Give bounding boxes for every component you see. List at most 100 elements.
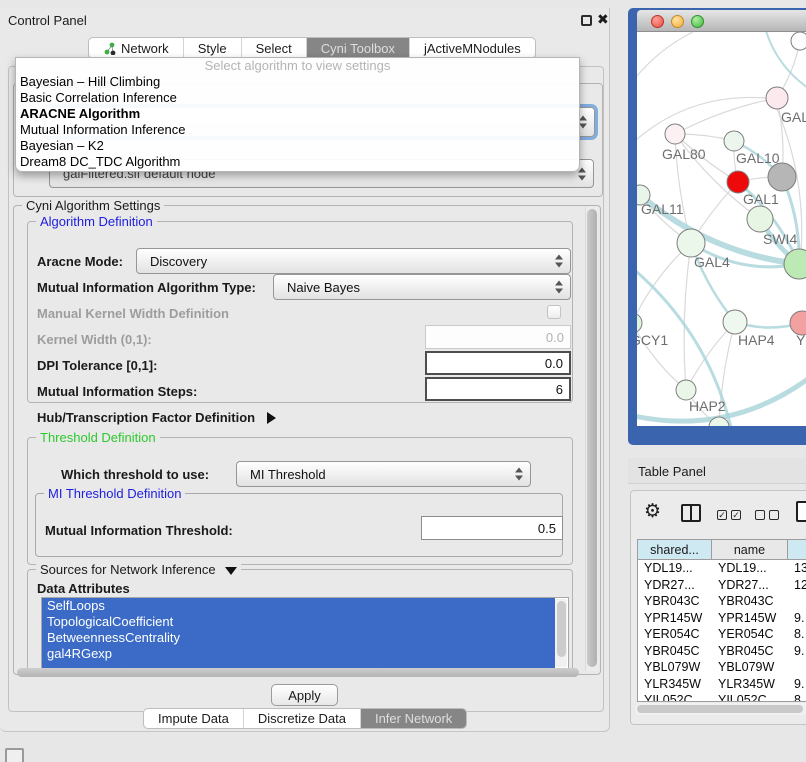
algorithm-option[interactable]: Mutual Information Inference — [16, 122, 579, 138]
network-node-gray[interactable] — [768, 163, 796, 191]
table-row[interactable]: YIL052CYIL052C8. — [638, 692, 806, 702]
network-node-swi4[interactable] — [747, 206, 773, 232]
network-window-titlebar[interactable] — [637, 10, 806, 32]
node-label-gal11: GAL11 — [641, 201, 684, 217]
unchecked-columns-icon[interactable] — [755, 510, 779, 520]
table-row[interactable]: YLR345WYLR345W9. — [638, 676, 806, 693]
table-row[interactable]: YER054CYER054C8. — [638, 626, 806, 643]
sources-group-title[interactable]: Sources for Network Inference — [36, 562, 241, 577]
mi-threshold-label: Mutual Information Threshold: — [45, 523, 233, 538]
collapsed-arrow-icon[interactable] — [267, 412, 276, 424]
table-cell: YER054C — [638, 626, 712, 643]
mi-algorithm-type-combobox[interactable]: Naive Bayes — [273, 274, 571, 300]
tab-style[interactable]: Style — [184, 38, 242, 58]
bottom-tab-infer-network[interactable]: Infer Network — [361, 709, 466, 728]
algorithm-option[interactable]: Basic Correlation Inference — [16, 90, 579, 106]
tab-label: jActiveMNodules — [424, 41, 521, 56]
data-attributes-list[interactable]: SelfLoopsTopologicalCoefficientBetweenne… — [41, 597, 569, 669]
settings-hscrollbar-thumb[interactable] — [17, 668, 579, 677]
minimize-window-icon[interactable] — [671, 15, 684, 28]
node-label-hap4: HAP4 — [738, 332, 775, 348]
attribute-item[interactable]: gal4RGexp — [42, 646, 555, 662]
attribute-item[interactable]: TopologicalCoefficient — [42, 614, 555, 630]
column-header-3[interactable]: A — [788, 540, 806, 560]
network-node-gcy1[interactable] — [637, 313, 642, 333]
network-canvas[interactable]: GALGAL80GAL10GAL1GAL11SWI4GAL4HAP4YGCY1H… — [637, 32, 806, 426]
hub-definition-toggle[interactable]: Hub/Transcription Factor Definition — [37, 410, 276, 425]
kernel-width-field[interactable]: 0.0 — [425, 325, 571, 349]
table-row[interactable]: YDL19...YDL19...13 — [638, 560, 806, 577]
table-row[interactable]: YBL079WYBL079W — [638, 659, 806, 676]
which-threshold-combobox[interactable]: MI Threshold — [236, 461, 531, 487]
bottom-tab-impute-data[interactable]: Impute Data — [144, 709, 244, 728]
table-cell: YBR045C — [712, 643, 788, 660]
mi-threshold-field[interactable]: 0.5 — [421, 516, 563, 540]
network-edge[interactable] — [684, 243, 691, 390]
which-threshold-value: MI Threshold — [250, 467, 326, 482]
network-edge[interactable] — [675, 98, 777, 134]
network-node-gal1[interactable] — [727, 171, 749, 193]
table-cell: YBR045C — [638, 643, 712, 660]
settings-scrollbar[interactable] — [585, 207, 598, 671]
bottom-tab-discretize-data[interactable]: Discretize Data — [244, 709, 361, 728]
document-icon[interactable] — [796, 501, 806, 522]
network-node-hap2[interactable] — [676, 380, 696, 400]
checked-columns-icon[interactable]: ✓✓ — [717, 510, 741, 520]
float-panel-icon[interactable] — [581, 15, 592, 26]
table-cell: YPR145W — [712, 610, 788, 627]
apply-button[interactable]: Apply — [271, 684, 338, 706]
screen: Control Panel ✖ NetworkStyleSelectCyni T… — [0, 0, 806, 762]
algorithm-option[interactable]: Bayesian – K2 — [16, 138, 579, 154]
cyni-algorithm-settings-title: Cyni Algorithm Settings — [22, 198, 164, 213]
node-label-gal10: GAL10 — [736, 150, 780, 166]
combobox-stepper-icon — [555, 255, 563, 268]
table-panel: ⚙ ✓✓ shared...nameAYDL19...YDL19...13YDR… — [630, 490, 806, 725]
table-cell: YDR27... — [638, 577, 712, 594]
node-label-swi4: SWI4 — [763, 231, 797, 247]
tab-network[interactable]: Network — [89, 38, 184, 58]
data-attributes-label: Data Attributes — [37, 581, 130, 596]
network-node-gal4[interactable] — [677, 229, 705, 257]
cyni-bottom-tabbar: Impute DataDiscretize DataInfer Network — [143, 708, 467, 729]
close-window-icon[interactable] — [651, 15, 664, 28]
network-icon — [103, 42, 116, 55]
column-header-1[interactable]: shared... — [638, 540, 712, 560]
network-node-gal80[interactable] — [665, 124, 685, 144]
tab-cyni-toolbox[interactable]: Cyni Toolbox — [307, 38, 410, 58]
attribute-item[interactable]: BetweennessCentrality — [42, 630, 555, 646]
mi-steps-field[interactable]: 6 — [425, 377, 571, 401]
table-row[interactable]: YBR043CYBR043C — [638, 593, 806, 610]
algorithm-option[interactable]: Bayesian – Hill Climbing — [16, 74, 579, 90]
table-row[interactable]: YDR27...YDR27...12 — [638, 577, 806, 594]
table-row[interactable]: YBR045CYBR045C9. — [638, 643, 806, 660]
attributes-scrollbar[interactable] — [555, 599, 567, 667]
network-node-gal10[interactable] — [724, 131, 744, 151]
table-row[interactable]: YPR145WYPR145W9. — [638, 610, 806, 627]
network-edge[interactable] — [637, 32, 693, 92]
aracne-mode-combobox[interactable]: Discovery — [136, 248, 571, 274]
expanded-arrow-icon[interactable] — [225, 567, 237, 575]
tab-jactivemnodules[interactable]: jActiveMNodules — [410, 38, 535, 58]
dpi-tolerance-field[interactable]: 0.0 — [425, 351, 571, 375]
close-panel-icon[interactable]: ✖ — [597, 11, 609, 28]
settings-scrollbar-thumb[interactable] — [587, 209, 597, 667]
network-view-window: GALGAL80GAL10GAL1GAL11SWI4GAL4HAP4YGCY1H… — [628, 8, 806, 445]
algorithm-option[interactable]: ARACNE Algorithm — [16, 106, 579, 122]
table-cell: YBL079W — [712, 659, 788, 676]
split-view-icon[interactable] — [681, 504, 701, 522]
algorithm-option[interactable]: Dream8 DC_TDC Algorithm — [16, 154, 579, 170]
manual-kernel-checkbox[interactable] — [547, 305, 561, 319]
gear-icon[interactable]: ⚙ — [644, 500, 661, 524]
sources-group-label: Sources for Network Inference — [40, 562, 216, 577]
network-node-hap4[interactable] — [723, 310, 747, 334]
column-header-2[interactable]: name — [712, 540, 788, 560]
attributes-scrollbar-thumb[interactable] — [557, 601, 566, 657]
network-node-ntop[interactable] — [791, 32, 806, 50]
table-hscrollbar-thumb[interactable] — [637, 705, 803, 713]
network-node-galcut[interactable] — [766, 87, 788, 109]
zoom-window-icon[interactable] — [691, 15, 704, 28]
tab-select[interactable]: Select — [242, 38, 307, 58]
attribute-item[interactable]: SelfLoops — [42, 598, 555, 614]
table-hscrollbar[interactable] — [635, 703, 806, 715]
node-table: shared...nameAYDL19...YDL19...13YDR27...… — [637, 539, 806, 702]
